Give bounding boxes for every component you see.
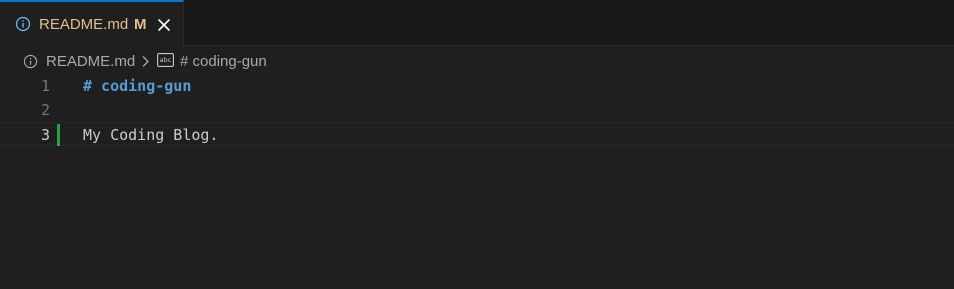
line-text[interactable]: My Coding Blog.	[83, 123, 218, 147]
editor-window: README.md M README.md abc # coding-gun 1…	[0, 0, 954, 289]
git-added-marker	[57, 124, 60, 146]
breadcrumb-file[interactable]: README.md	[46, 53, 135, 71]
modified-badge: M	[134, 16, 147, 33]
close-icon[interactable]	[157, 18, 171, 32]
info-icon	[23, 54, 38, 69]
tab-readme[interactable]: README.md M	[0, 0, 184, 46]
chevron-right-icon	[142, 56, 149, 67]
info-icon	[15, 16, 31, 32]
line-number: 1	[40, 77, 50, 95]
line-text[interactable]: # coding-gun	[83, 74, 191, 98]
breadcrumb-symbol[interactable]: # coding-gun	[180, 53, 267, 71]
line-number: 3	[40, 126, 50, 144]
code-line-active[interactable]: 3 My Coding Blog.	[0, 122, 954, 146]
string-symbol-icon: abc	[157, 53, 174, 67]
code-editor[interactable]: 1 # coding-gun 2 3 My Coding Blog.	[0, 74, 954, 289]
line-number: 2	[40, 101, 50, 119]
breadcrumb: README.md abc # coding-gun	[0, 50, 954, 74]
code-line[interactable]: 2	[0, 98, 954, 122]
tab-bar: README.md M	[0, 0, 954, 46]
tab-title: README.md	[39, 16, 129, 33]
code-line[interactable]: 1 # coding-gun	[0, 74, 954, 98]
svg-text:abc: abc	[160, 56, 172, 64]
